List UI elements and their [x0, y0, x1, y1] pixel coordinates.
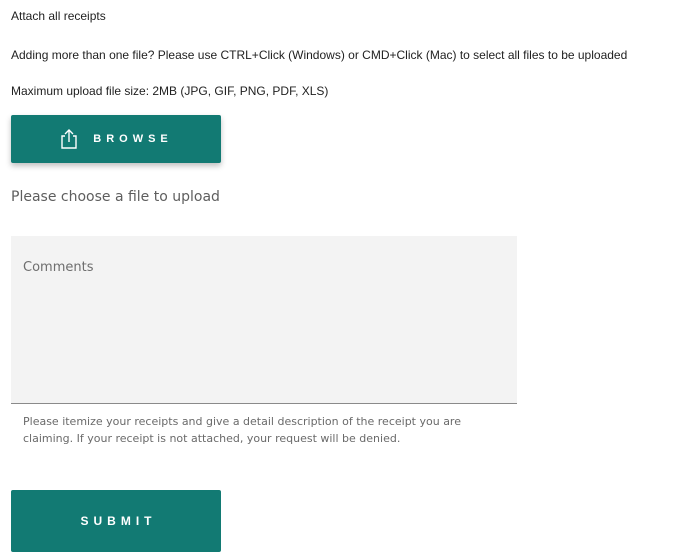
upload-share-icon [59, 128, 79, 150]
browse-button[interactable]: BROWSE [11, 115, 221, 163]
submit-button[interactable]: SUBMIT [11, 490, 221, 552]
browse-button-label: BROWSE [93, 133, 173, 145]
comments-helper-text: Please itemize your receipts and give a … [23, 415, 461, 445]
multi-file-hint: Adding more than one file? Please use CT… [11, 48, 628, 62]
file-size-limit: Maximum upload file size: 2MB (JPG, GIF,… [11, 84, 329, 98]
file-upload-status: Please choose a file to upload [11, 189, 220, 205]
attach-receipts-heading: Attach all receipts [11, 9, 106, 23]
comments-field[interactable] [11, 236, 517, 404]
